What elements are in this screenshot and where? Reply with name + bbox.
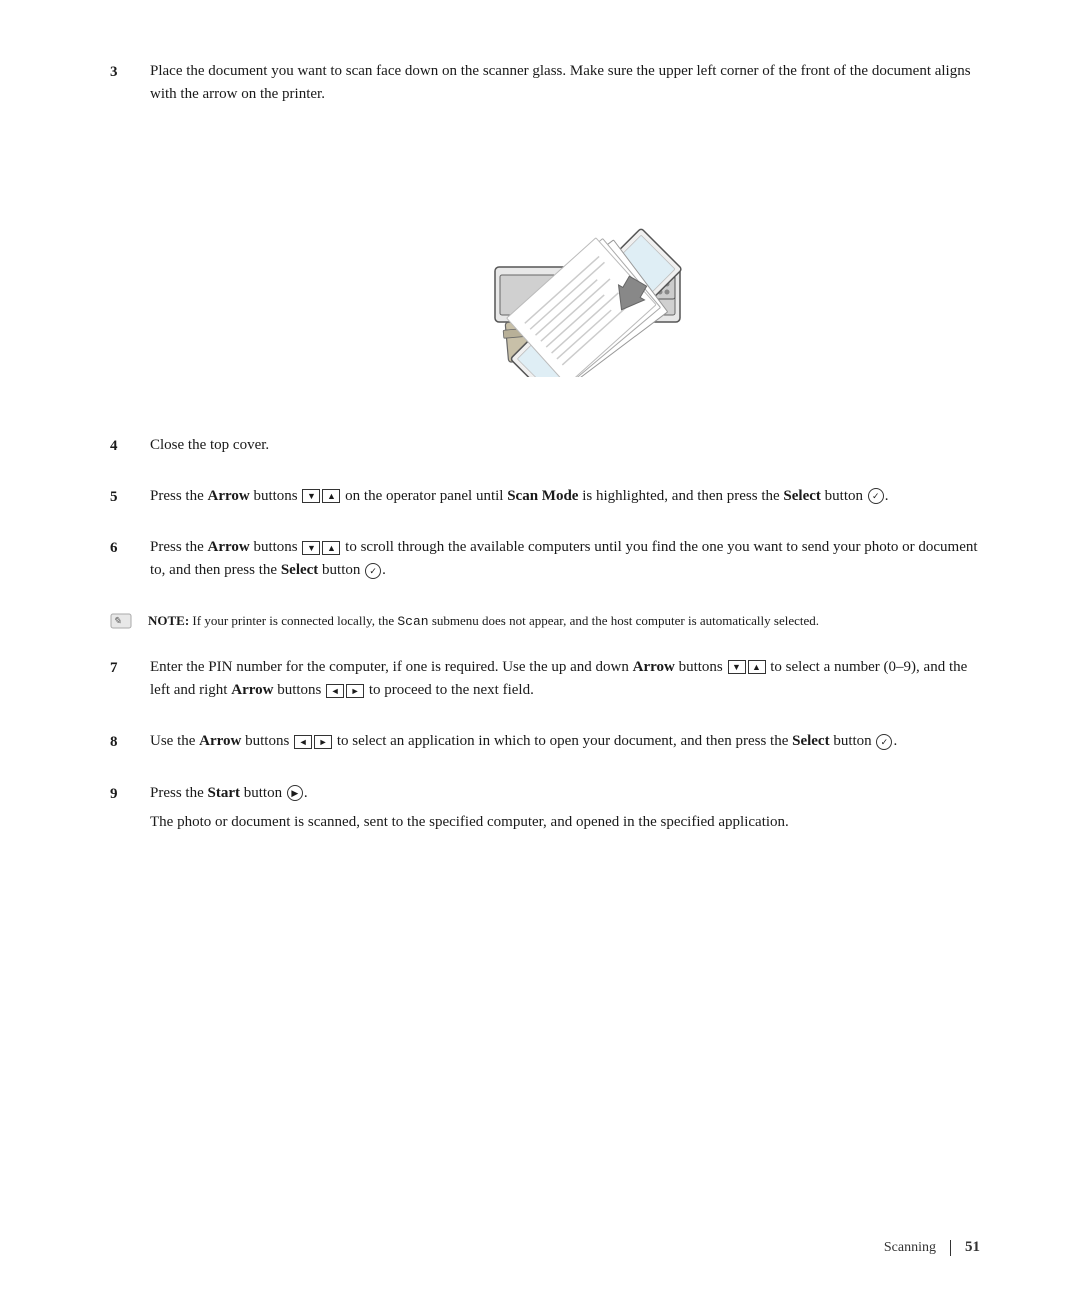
step-7-text: Enter the PIN number for the computer, i… xyxy=(150,656,980,703)
step-6-text: Press the Arrow buttons ▼▲ to scroll thr… xyxy=(150,536,980,583)
note-label: NOTE: xyxy=(148,613,189,628)
start-icon: ▶ xyxy=(287,785,303,801)
select-icon-2: ✓ xyxy=(365,563,381,579)
page-footer: Scanning 51 xyxy=(884,1239,980,1256)
step-5-content: Press the Arrow buttons ▼▲ on the operat… xyxy=(150,485,980,514)
step-5-text: Press the Arrow buttons ▼▲ on the operat… xyxy=(150,485,980,508)
step-number-6: 6 xyxy=(110,536,150,589)
step-number-4: 4 xyxy=(110,434,150,463)
note-item: ✎ NOTE: If your printer is connected loc… xyxy=(110,611,980,638)
scanner-illustration xyxy=(190,137,980,377)
footer-divider xyxy=(950,1240,951,1256)
arrow-right-icon-2: ► xyxy=(314,735,332,749)
footer-section: Scanning xyxy=(884,1240,936,1256)
step-4-content: Close the top cover. xyxy=(150,434,980,463)
select-icon-3: ✓ xyxy=(876,734,892,750)
step-4-text: Close the top cover. xyxy=(150,434,980,457)
step-8: 8 Use the Arrow buttons ◄► to select an … xyxy=(110,730,980,759)
page: 3 Place the document you want to scan fa… xyxy=(0,0,1080,1296)
step-number-5: 5 xyxy=(110,485,150,514)
step-6: 6 Press the Arrow buttons ▼▲ to scroll t… xyxy=(110,536,980,589)
step-list: 3 Place the document you want to scan fa… xyxy=(110,60,980,840)
select-icon: ✓ xyxy=(868,488,884,504)
step-7-content: Enter the PIN number for the computer, i… xyxy=(150,656,980,709)
scanner-svg xyxy=(445,137,725,377)
note-pencil-icon: ✎ xyxy=(110,612,138,638)
step-3-content: Place the document you want to scan face… xyxy=(150,60,980,412)
arrow-up-icon: ▲ xyxy=(322,489,340,503)
step-9: 9 Press the Start button ▶. The photo or… xyxy=(110,782,980,841)
arrow-up-icon-3: ▲ xyxy=(748,660,766,674)
footer-page-number: 51 xyxy=(965,1239,980,1256)
arrow-down-icon: ▼ xyxy=(302,489,320,503)
step-8-content: Use the Arrow buttons ◄► to select an ap… xyxy=(150,730,980,759)
arrow-down-icon-2: ▼ xyxy=(302,541,320,555)
step-9-text: Press the Start button ▶. xyxy=(150,782,980,805)
step-8-text: Use the Arrow buttons ◄► to select an ap… xyxy=(150,730,980,753)
step-number-3: 3 xyxy=(110,60,150,412)
step-9-content: Press the Start button ▶. The photo or d… xyxy=(150,782,980,841)
note-content: NOTE: If your printer is connected local… xyxy=(148,611,819,638)
step-6-content: Press the Arrow buttons ▼▲ to scroll thr… xyxy=(150,536,980,589)
arrow-down-icon-3: ▼ xyxy=(728,660,746,674)
note-text: If your printer is connected locally, th… xyxy=(192,613,819,628)
svg-text:✎: ✎ xyxy=(113,616,121,627)
step-number-8: 8 xyxy=(110,730,150,759)
step-5: 5 Press the Arrow buttons ▼▲ on the oper… xyxy=(110,485,980,514)
step-number-7: 7 xyxy=(110,656,150,709)
step-3: 3 Place the document you want to scan fa… xyxy=(110,60,980,412)
step-9-continuation: The photo or document is scanned, sent t… xyxy=(150,811,980,834)
step-3-text: Place the document you want to scan face… xyxy=(150,60,980,107)
arrow-left-icon: ◄ xyxy=(326,684,344,698)
arrow-right-icon: ► xyxy=(346,684,364,698)
arrow-left-icon-2: ◄ xyxy=(294,735,312,749)
arrow-up-icon-2: ▲ xyxy=(322,541,340,555)
step-7: 7 Enter the PIN number for the computer,… xyxy=(110,656,980,709)
step-number-9: 9 xyxy=(110,782,150,841)
step-4: 4 Close the top cover. xyxy=(110,434,980,463)
